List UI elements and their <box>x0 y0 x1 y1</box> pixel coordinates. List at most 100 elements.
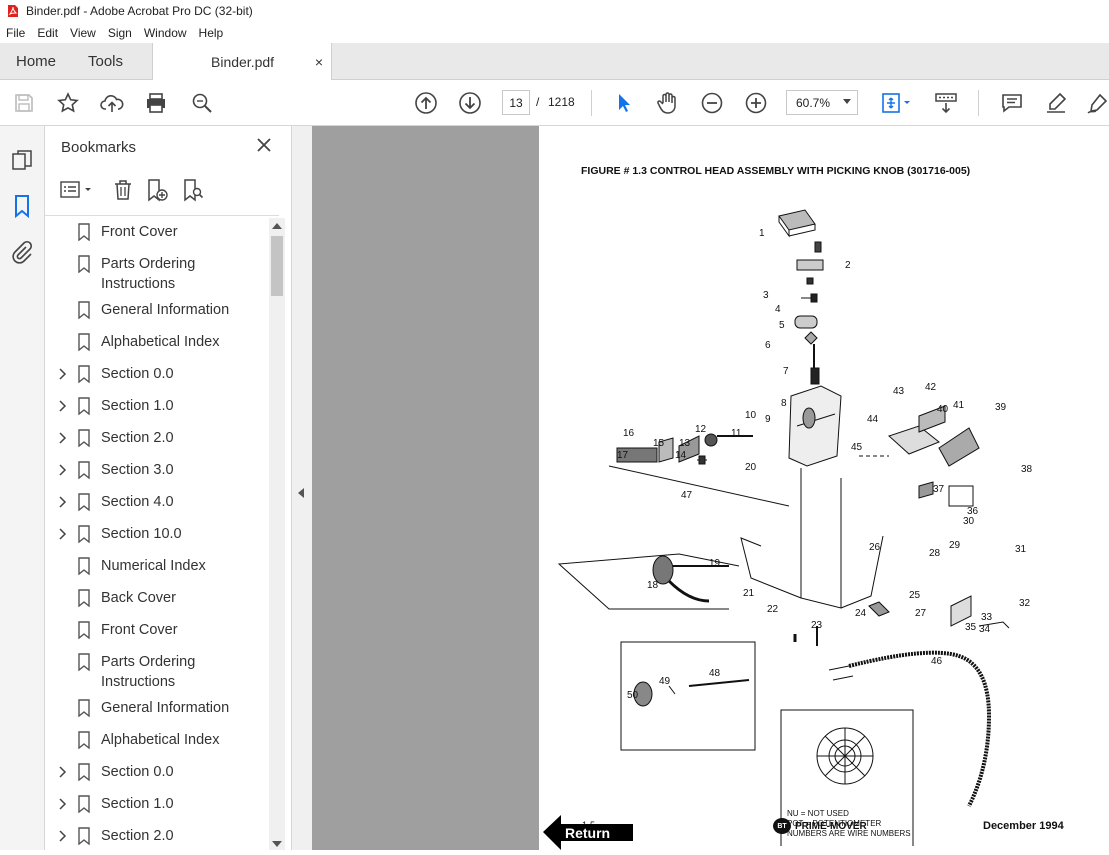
bookmark-icon <box>78 763 90 781</box>
menu-sign[interactable]: Sign <box>102 26 138 40</box>
collapse-left-icon[interactable] <box>298 488 304 498</box>
scroll-up-icon[interactable] <box>272 223 282 229</box>
legend-nu: NU = NOT USED <box>787 809 849 818</box>
menu-help[interactable]: Help <box>193 26 230 40</box>
zoom-select[interactable]: 60.7% <box>786 90 858 115</box>
part-callout: 20 <box>745 462 757 473</box>
bookmarks-scrollbar[interactable] <box>269 218 285 850</box>
previous-page-icon[interactable] <box>414 91 438 115</box>
panel-collapse-strip[interactable] <box>292 126 312 850</box>
keyboard-scroll-icon[interactable] <box>934 91 958 115</box>
part-callout: 7 <box>783 366 789 377</box>
part-callout: 3 <box>763 290 769 301</box>
close-tab-icon[interactable]: × <box>315 54 323 70</box>
tab-document[interactable]: Binder.pdf × <box>152 43 332 81</box>
find-bookmark-icon[interactable] <box>181 178 205 202</box>
delete-icon[interactable] <box>111 178 135 202</box>
chevron-right-icon[interactable] <box>58 495 68 509</box>
exploded-parts-diagram: 1234567891011121314151617181920212223242… <box>557 209 1033 846</box>
chevron-right-icon[interactable] <box>58 829 68 843</box>
scrollbar-thumb[interactable] <box>271 236 283 296</box>
figure-title: FIGURE # 1.3 CONTROL HEAD ASSEMBLY WITH … <box>581 165 971 177</box>
part-callout: 18 <box>647 580 659 591</box>
chevron-right-icon[interactable] <box>58 765 68 779</box>
part-callout: 39 <box>995 402 1007 413</box>
cloud-upload-icon[interactable] <box>100 91 124 115</box>
part-callout: 11 <box>731 428 742 439</box>
bookmarks-panel-icon[interactable] <box>10 194 34 218</box>
page-separator: / <box>536 95 540 109</box>
part-callout: 44 <box>867 414 879 425</box>
chevron-right-icon[interactable] <box>58 797 68 811</box>
scroll-down-icon[interactable] <box>272 841 282 847</box>
bookmarks-list: Front Cover Parts Ordering Instructions Ge… <box>45 218 269 850</box>
chevron-right-icon[interactable] <box>58 431 68 445</box>
menu-view[interactable]: View <box>64 26 102 40</box>
bookmark-icon <box>78 223 90 241</box>
part-callout: 40 <box>937 404 949 415</box>
zoom-search-icon[interactable] <box>190 91 214 115</box>
tab-tools[interactable]: Tools <box>88 43 123 80</box>
highlight-pen-icon[interactable] <box>1044 91 1068 115</box>
chevron-right-icon[interactable] <box>58 367 68 381</box>
bookmark-icon <box>78 493 90 511</box>
part-callout: 33 <box>981 612 993 623</box>
save-icon[interactable] <box>12 91 36 115</box>
bookmarks-panel: Bookmarks Front Cover Parts Ordering Inst… <box>45 126 292 850</box>
attachments-icon[interactable] <box>10 240 34 264</box>
footer-brand: BT PRIME-MOVER <box>773 818 867 834</box>
hand-tool-icon[interactable] <box>656 91 680 115</box>
part-callout: 9 <box>765 414 771 425</box>
part-callout: 24 <box>855 608 867 619</box>
chevron-right-icon[interactable] <box>58 463 68 477</box>
chevron-right-icon[interactable] <box>58 527 68 541</box>
menu-edit[interactable]: Edit <box>31 26 64 40</box>
part-callout: 13 <box>679 438 691 449</box>
part-callout: 17 <box>617 450 629 461</box>
part-callout: 14 <box>675 450 687 461</box>
next-page-icon[interactable] <box>458 91 482 115</box>
bookmark-icon <box>78 653 90 671</box>
tab-bar: Home Tools Binder.pdf × <box>0 43 1109 81</box>
bookmark-icon <box>78 731 90 749</box>
zoom-in-icon[interactable] <box>744 91 768 115</box>
comment-icon[interactable] <box>1000 91 1024 115</box>
menu-window[interactable]: Window <box>138 26 193 40</box>
part-callout: 42 <box>925 382 937 393</box>
part-callout: 19 <box>709 558 721 569</box>
acrobat-icon <box>8 5 18 17</box>
tab-home[interactable]: Home <box>16 43 56 80</box>
part-callout: 6 <box>765 340 771 351</box>
fit-page-icon[interactable] <box>880 91 914 115</box>
star-icon[interactable] <box>56 91 80 115</box>
zoom-out-icon[interactable] <box>700 91 724 115</box>
select-cursor-icon[interactable] <box>612 91 636 115</box>
bookmark-label: Alphabetical Index <box>101 732 220 748</box>
current-page-input[interactable]: 13 <box>502 90 530 115</box>
page-thumbnails-icon[interactable] <box>10 148 34 172</box>
draw-sign-icon[interactable] <box>1086 91 1109 115</box>
bookmark-label: Parts Ordering Instructions <box>101 256 196 292</box>
part-callout: 38 <box>1021 464 1033 475</box>
return-button[interactable]: Return <box>543 815 633 850</box>
menu-file[interactable]: File <box>0 26 31 40</box>
bookmark-label: General Information <box>101 700 230 716</box>
print-icon[interactable] <box>144 91 168 115</box>
part-callout: 36 <box>967 506 979 517</box>
bookmark-icon <box>78 365 90 383</box>
part-callout: 43 <box>893 386 905 397</box>
part-callout: 26 <box>869 542 881 553</box>
chevron-right-icon[interactable] <box>58 399 68 413</box>
window-title: Binder.pdf - Adobe Acrobat Pro DC (32-bi… <box>26 4 253 18</box>
bookmark-icon <box>78 589 90 607</box>
close-icon[interactable] <box>255 136 273 154</box>
bookmark-icon <box>78 621 90 639</box>
bookmark-icon <box>78 699 90 717</box>
part-callout: 50 <box>627 690 639 701</box>
bookmark-icon <box>78 397 90 415</box>
part-callout: 16 <box>623 428 635 439</box>
part-callout: 37 <box>933 484 945 495</box>
new-bookmark-icon[interactable] <box>145 178 169 202</box>
bookmark-label: Section 0.0 <box>101 764 174 780</box>
options-menu-icon[interactable] <box>59 178 95 202</box>
